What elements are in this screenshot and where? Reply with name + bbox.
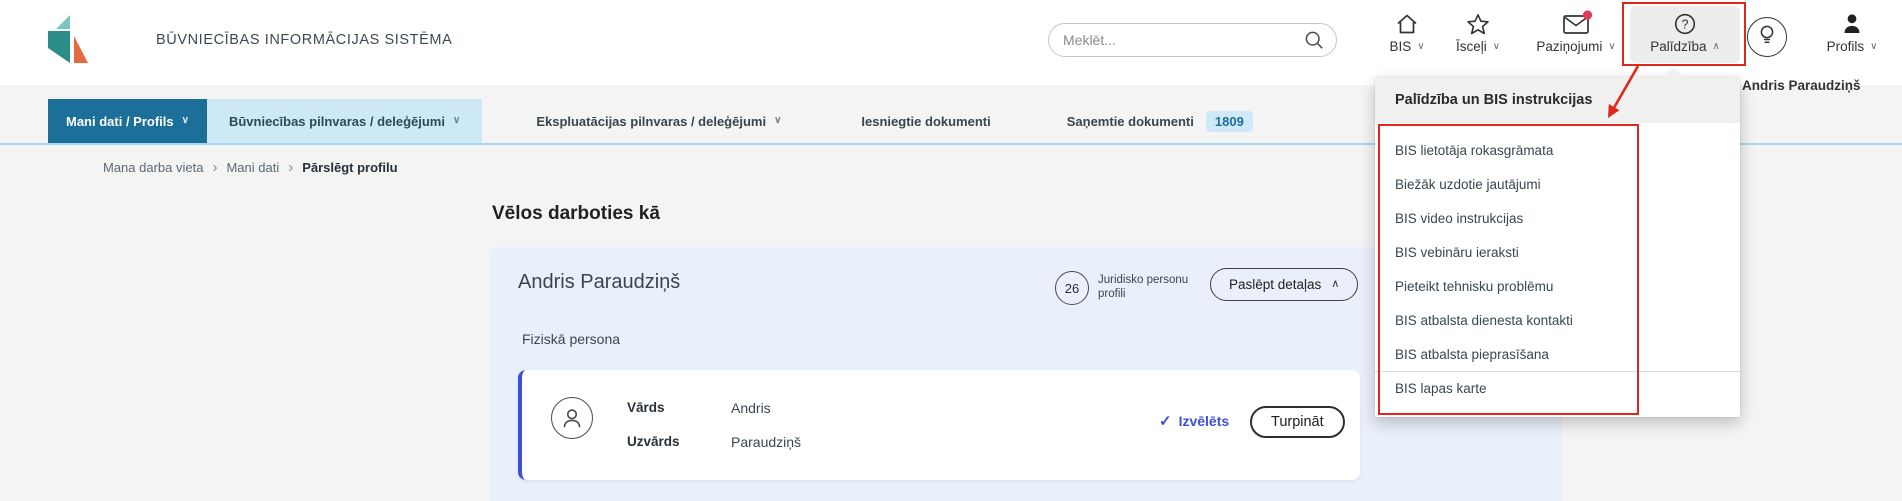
breadcrumb-separator-icon: › xyxy=(288,159,294,176)
logged-in-user-name: Andris Paraudziņš xyxy=(1742,78,1861,93)
legal-profiles-label: Juridisko personu profili xyxy=(1098,274,1189,301)
tab-label: Iesniegtie dokumenti xyxy=(861,113,991,129)
idea-bulb-button[interactable] xyxy=(1747,17,1787,57)
help-menu-item-sitemap[interactable]: BIS lapas karte xyxy=(1375,371,1740,405)
nav-item-shortcuts[interactable]: Īsceļi ∨ xyxy=(1446,10,1510,54)
person-type-label: Fiziskā persona xyxy=(522,331,621,347)
hide-details-button[interactable]: Paslēpt detaļas ∧ xyxy=(1210,268,1359,301)
nav-item-notifications[interactable]: Paziņojumi ∨ xyxy=(1519,10,1633,54)
chevron-down-icon: ∨ xyxy=(1492,40,1501,52)
selected-label: Izvēlēts xyxy=(1178,413,1230,429)
person-icon xyxy=(1840,10,1864,36)
breadcrumb-item-mani-dati[interactable]: Mani dati xyxy=(226,160,279,175)
help-menu-item-report-problem[interactable]: Pieteikt tehnisku problēmu xyxy=(1375,269,1740,303)
check-icon: ✓ xyxy=(1159,413,1172,430)
continue-button[interactable]: Turpināt xyxy=(1250,406,1345,438)
help-menu-item-faq[interactable]: Biežāk uzdotie jautājumi xyxy=(1375,167,1740,201)
nav-label-bis: BIS xyxy=(1389,39,1412,54)
search-icon[interactable] xyxy=(1304,30,1324,50)
chevron-down-icon: ∨ xyxy=(774,115,782,126)
page-title: Vēlos darboties kā xyxy=(492,203,660,224)
tab-label: Būvniecības pilnvaras / deleģējumi xyxy=(228,113,445,129)
nav-item-help[interactable]: ? Palīdzība ∧ xyxy=(1630,10,1740,54)
tab-label: Mani dati / Profils xyxy=(66,113,174,129)
tab-label: Ekspluatācijas pilnvaras / deleģējumi xyxy=(536,113,767,129)
last-name-value: Paraudziņš xyxy=(731,434,802,450)
last-name-label: Uzvārds xyxy=(627,434,680,449)
chevron-down-icon: ∨ xyxy=(452,115,461,126)
help-menu-list: BIS lietotāja rokasgrāmata Biežāk uzdoti… xyxy=(1375,123,1740,417)
app-title: BŪVNIECĪBAS INFORMĀCIJAS SISTĒMA xyxy=(156,32,453,48)
nav-label-help: Palīdzība xyxy=(1650,39,1707,54)
help-dropdown-panel: Palīdzība un BIS instrukcijas BIS lietot… xyxy=(1375,68,1740,417)
top-header: BŪVNIECĪBAS INFORMĀCIJAS SISTĒMA BIS ∨ xyxy=(0,0,1902,85)
bis-logo-icon xyxy=(44,14,88,64)
help-menu-item-video-instructions[interactable]: BIS video instrukcijas xyxy=(1375,201,1740,235)
chevron-up-icon: ∧ xyxy=(1331,278,1340,290)
app-window: BŪVNIECĪBAS INFORMĀCIJAS SISTĒMA BIS ∨ xyxy=(0,0,1902,501)
nav-item-bis[interactable]: BIS ∨ xyxy=(1381,10,1433,54)
nav-label-profile: Profils xyxy=(1826,39,1865,54)
chevron-down-icon: ∨ xyxy=(181,115,189,126)
breadcrumb-item-workplace[interactable]: Mana darba vieta xyxy=(103,160,203,175)
mail-icon xyxy=(1561,10,1593,36)
tab-iesniegtie-dokumenti[interactable]: Iesniegtie dokumenti xyxy=(843,99,1008,143)
breadcrumb-item-current: Pārslēgt profilu xyxy=(302,160,398,175)
tab-mani-dati-profils[interactable]: Mani dati / Profils ∨ xyxy=(48,99,207,143)
nav-label-shortcuts: Īsceļi xyxy=(1455,39,1487,54)
chevron-up-icon: ∧ xyxy=(1712,40,1720,52)
chevron-down-icon: ∨ xyxy=(1608,40,1616,52)
chevron-down-icon: ∨ xyxy=(1417,40,1425,52)
lightbulb-icon xyxy=(1756,23,1778,52)
nav-label-notifications: Paziņojumi xyxy=(1536,39,1603,54)
hide-details-label: Paslēpt detaļas xyxy=(1229,277,1322,292)
search-input[interactable] xyxy=(1063,32,1304,48)
legal-profiles-count-badge: 26 xyxy=(1055,271,1089,305)
selected-status: ✓ Izvēlēts xyxy=(1159,412,1229,430)
continue-label: Turpināt xyxy=(1271,414,1324,430)
avatar xyxy=(551,397,593,439)
tab-label: Saņemtie dokumenti xyxy=(1066,113,1194,129)
home-icon xyxy=(1395,10,1419,36)
tab-sanemtie-dokumenti[interactable]: Saņemtie dokumenti 1809 xyxy=(1049,99,1271,143)
search-box xyxy=(1048,23,1337,57)
notification-dot xyxy=(1582,10,1593,20)
tab-buvniecibas-pilnvaras[interactable]: Būvniecības pilnvaras / deleģējumi ∨ xyxy=(206,99,483,143)
help-menu-item-support-request[interactable]: BIS atbalsta pieprasīšana xyxy=(1375,337,1740,371)
physical-person-card[interactable]: Vārds Andris Uzvārds Paraudziņš ✓ Izvēlē… xyxy=(518,370,1360,480)
dropdown-caret-icon xyxy=(1663,68,1683,77)
nav-item-profile[interactable]: Profils ∨ xyxy=(1812,10,1892,54)
documents-count-badge: 1809 xyxy=(1205,110,1253,132)
help-menu-item-support-contacts[interactable]: BIS atbalsta dienesta kontakti xyxy=(1375,303,1740,337)
first-name-label: Vārds xyxy=(627,400,665,415)
help-circle-icon: ? xyxy=(1673,10,1697,36)
help-menu-item-webinar-records[interactable]: BIS vebināru ieraksti xyxy=(1375,235,1740,269)
chevron-down-icon: ∨ xyxy=(1870,40,1878,52)
profile-card-name: Andris Paraudziņš xyxy=(518,271,681,293)
main-tabbar: Mani dati / Profils ∨ Būvniecības pilnva… xyxy=(48,99,1444,143)
breadcrumb: Mana darba vieta › Mani dati › Pārslēgt … xyxy=(103,160,398,175)
tab-ekspluatacijas-pilnvaras[interactable]: Ekspluatācijas pilnvaras / deleģējumi ∨ xyxy=(518,99,799,143)
svg-text:?: ? xyxy=(1682,17,1689,31)
first-name-value: Andris xyxy=(731,400,771,416)
star-icon xyxy=(1466,10,1490,36)
help-menu-item-user-manual[interactable]: BIS lietotāja rokasgrāmata xyxy=(1375,133,1740,167)
breadcrumb-separator-icon: › xyxy=(212,159,218,176)
help-menu-title: Palīdzība un BIS instrukcijas xyxy=(1375,77,1740,123)
